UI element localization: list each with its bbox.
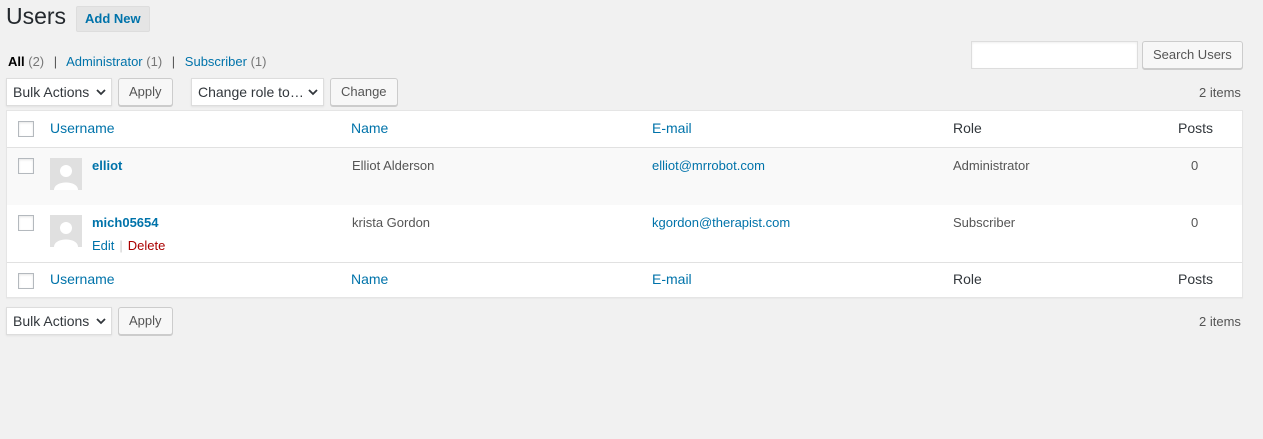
username-link[interactable]: elliot: [92, 158, 122, 173]
change-role-value: Change role to…: [198, 84, 304, 100]
username-link[interactable]: mich05654: [92, 215, 159, 230]
search-users-button[interactable]: Search Users: [1142, 41, 1243, 69]
bulk-actions-value-bottom: Bulk Actions: [13, 313, 90, 329]
row-actions-separator: |: [119, 238, 123, 253]
table-footer: Username Name E-mail Role Posts: [7, 262, 1242, 298]
row-checkbox[interactable]: [18, 215, 34, 231]
column-username-sort[interactable]: Username: [50, 120, 115, 136]
view-all-link[interactable]: All: [8, 54, 25, 69]
users-table: Username Name E-mail Role Posts elliot E…: [6, 110, 1243, 298]
column-posts-footer: Posts: [1178, 271, 1214, 287]
avatar: [50, 215, 82, 247]
user-posts-count[interactable]: 0: [1191, 215, 1198, 230]
table-header: Username Name E-mail Role Posts: [7, 111, 1242, 148]
chevron-down-icon: [96, 318, 106, 325]
view-all-count: (2): [28, 54, 45, 69]
user-role-filter: All (2) | Administrator (1) | Subscriber…: [8, 54, 266, 69]
user-role: Subscriber: [953, 215, 1016, 230]
search-users-input[interactable]: [971, 41, 1138, 69]
user-name: Elliot Alderson: [352, 158, 435, 173]
change-role-button[interactable]: Change: [330, 78, 398, 106]
change-role-select[interactable]: Change role to…: [191, 78, 324, 106]
column-role-header: Role: [953, 120, 982, 136]
table-row: mich05654 Edit | Delete krista Gordon kgor…: [7, 205, 1242, 262]
row-checkbox[interactable]: [18, 158, 34, 174]
column-username-sort-footer[interactable]: Username: [50, 271, 115, 287]
add-new-button[interactable]: Add New: [76, 6, 150, 32]
apply-button[interactable]: Apply: [118, 78, 173, 106]
bulk-actions-select[interactable]: Bulk Actions: [6, 78, 112, 106]
select-all-checkbox-footer[interactable]: [18, 273, 34, 289]
chevron-down-icon: [308, 89, 318, 96]
bulk-actions-value: Bulk Actions: [13, 84, 90, 100]
apply-button-bottom[interactable]: Apply: [118, 307, 173, 335]
user-email-link[interactable]: kgordon@therapist.com: [652, 215, 790, 230]
select-all-checkbox[interactable]: [18, 121, 34, 137]
user-email-link[interactable]: elliot@mrrobot.com: [652, 158, 765, 173]
default-avatar-icon: [50, 158, 82, 190]
view-administrator-link[interactable]: Administrator: [66, 54, 143, 69]
column-email-sort[interactable]: E-mail: [652, 120, 692, 136]
column-email-sort-footer[interactable]: E-mail: [652, 271, 692, 287]
column-name-sort[interactable]: Name: [351, 120, 388, 136]
view-subscriber-link[interactable]: Subscriber: [185, 54, 247, 69]
user-posts-count[interactable]: 0: [1191, 158, 1198, 173]
user-name: krista Gordon: [352, 215, 431, 230]
bulk-actions-select-bottom[interactable]: Bulk Actions: [6, 307, 112, 335]
page-title: Users: [6, 3, 67, 29]
view-separator: |: [171, 54, 176, 69]
delete-user-link[interactable]: Delete: [128, 238, 166, 253]
column-posts-header: Posts: [1178, 120, 1214, 136]
default-avatar-icon: [50, 215, 82, 247]
table-row: elliot Elliot Alderson elliot@mrrobot.co…: [7, 148, 1242, 205]
view-subscriber-count: (1): [250, 54, 267, 69]
row-actions: Edit | Delete: [92, 238, 165, 253]
column-role-footer: Role: [953, 271, 982, 287]
column-name-sort-footer[interactable]: Name: [351, 271, 388, 287]
chevron-down-icon: [96, 89, 106, 96]
view-separator: |: [53, 54, 58, 69]
view-administrator-count: (1): [146, 54, 163, 69]
avatar: [50, 158, 82, 190]
items-count-top: 2 items: [1199, 85, 1241, 100]
items-count-bottom: 2 items: [1199, 314, 1241, 329]
edit-user-link[interactable]: Edit: [92, 238, 114, 253]
user-role: Administrator: [953, 158, 1030, 173]
